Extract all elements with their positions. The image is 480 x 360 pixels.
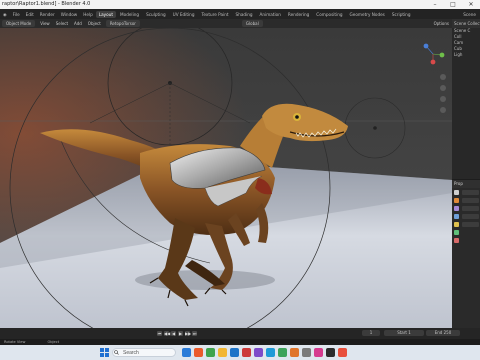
properties-panel: Prop	[452, 180, 480, 330]
start-frame-value: 1	[408, 330, 411, 335]
viewport-header: Object Mode View Select Add Object Retop…	[0, 19, 452, 28]
viewport-scene	[0, 28, 452, 328]
property-field[interactable]	[462, 222, 479, 227]
taskbar-apps	[182, 348, 347, 357]
tab-shading[interactable]: Shading	[233, 11, 256, 18]
menu-render[interactable]: Render	[37, 12, 58, 17]
property-field[interactable]	[462, 214, 479, 219]
taskbar-app-icon[interactable]	[266, 348, 275, 357]
menu-edit[interactable]: Edit	[23, 12, 37, 17]
property-field[interactable]	[462, 198, 479, 203]
scene-selector[interactable]: Scene	[460, 11, 479, 18]
taskbar-app-icon[interactable]	[290, 348, 299, 357]
taskbar-app-icon[interactable]	[218, 348, 227, 357]
close-button[interactable]: ✕	[462, 0, 480, 9]
menu-help[interactable]: Help	[80, 12, 96, 17]
object-tab-icon[interactable]	[453, 222, 459, 227]
jump-end-button[interactable]: ⏭	[192, 331, 197, 336]
taskbar-app-icon[interactable]	[182, 348, 191, 357]
menu-file[interactable]: File	[10, 12, 23, 17]
taskbar-app-icon[interactable]	[278, 348, 287, 357]
tab-geometry-nodes[interactable]: Geometry Nodes	[347, 11, 388, 18]
tab-modeling[interactable]: Modeling	[117, 11, 142, 18]
blender-logo-icon[interactable]: ◉	[0, 12, 10, 17]
options-button[interactable]: Options	[431, 21, 452, 26]
workspace-bar: ◉ File Edit Render Window Help Layout Mo…	[0, 9, 480, 19]
start-frame-field[interactable]: Start 1	[384, 330, 424, 336]
end-label: End	[434, 330, 443, 335]
start-label: Start	[397, 330, 407, 335]
taskbar-app-icon[interactable]	[194, 348, 203, 357]
output-tab-icon[interactable]	[453, 206, 459, 211]
windows-taskbar: Search	[0, 345, 480, 360]
maximize-button[interactable]: □	[444, 0, 462, 9]
end-frame-value: 250	[443, 330, 452, 335]
property-field[interactable]	[462, 206, 479, 211]
tab-rendering[interactable]: Rendering	[285, 11, 312, 18]
tab-uv-editing[interactable]: UV Editing	[170, 11, 198, 18]
taskbar-search-input[interactable]: Search	[112, 348, 176, 357]
current-frame-field[interactable]: 1	[362, 330, 380, 336]
playback-controls: ⏮ ◀◀ ◀ ▶ ▶▶ ⏭	[157, 331, 197, 336]
windows-start-icon[interactable]	[100, 348, 109, 357]
tab-layout[interactable]: Layout	[95, 10, 117, 18]
taskbar-app-icon[interactable]	[230, 348, 239, 357]
material-tab-icon[interactable]	[453, 238, 459, 243]
3d-viewport[interactable]	[0, 28, 452, 328]
minimize-button[interactable]: –	[426, 0, 444, 9]
tab-animation[interactable]: Animation	[257, 11, 284, 18]
menu-view[interactable]: View	[37, 21, 53, 26]
taskbar-app-icon[interactable]	[314, 348, 323, 357]
search-icon	[114, 350, 119, 355]
selected-object-dropdown[interactable]: RetopoTorsor	[105, 20, 140, 27]
tab-sculpting[interactable]: Sculpting	[143, 11, 169, 18]
menu-select[interactable]: Select	[53, 21, 71, 26]
menu-window[interactable]: Window	[58, 12, 81, 17]
render-tab-icon[interactable]	[453, 198, 459, 203]
tab-texture-paint[interactable]: Texture Paint	[199, 11, 232, 18]
tab-scripting[interactable]: Scripting	[389, 11, 414, 18]
jump-start-button[interactable]: ⏮	[157, 331, 162, 336]
tab-compositing[interactable]: Compositing	[313, 11, 345, 18]
window-controls: – □ ✕	[426, 0, 480, 9]
taskbar-app-icon[interactable]	[302, 348, 311, 357]
modifier-tab-icon[interactable]	[453, 230, 459, 235]
menu-object[interactable]: Object	[85, 21, 104, 26]
status-hint: Object	[47, 340, 60, 344]
window-title: raptor\Raptor1.blend] - Blender 4.0	[2, 1, 91, 7]
properties-tabs	[452, 190, 460, 243]
mode-dropdown[interactable]: Object Mode	[2, 20, 36, 27]
window-title-bar: raptor\Raptor1.blend] - Blender 4.0 – □ …	[0, 0, 480, 9]
outliner-item[interactable]: Ligh	[452, 52, 480, 58]
outliner-panel: Scene Collection Scene C Coll Cam Cub Li…	[452, 19, 480, 179]
properties-title: Prop	[452, 180, 480, 188]
taskbar-app-icon[interactable]	[338, 348, 347, 357]
taskbar-app-icon[interactable]	[206, 348, 215, 357]
tool-tab-icon[interactable]	[453, 190, 459, 195]
jump-keyframe-back-button[interactable]: ◀◀	[164, 331, 170, 336]
taskbar-app-icon[interactable]	[254, 348, 263, 357]
properties-fields	[462, 190, 479, 230]
taskbar-app-icon[interactable]	[242, 348, 251, 357]
jump-keyframe-forward-button[interactable]: ▶▶	[185, 331, 191, 336]
transform-orientation-dropdown[interactable]: Global	[241, 20, 263, 27]
scene-tab-icon[interactable]	[453, 214, 459, 219]
taskbar-app-icon[interactable]	[326, 348, 335, 357]
menu-add[interactable]: Add	[71, 21, 85, 26]
search-placeholder: Search	[123, 350, 139, 356]
status-hint: Rotate View	[4, 340, 26, 344]
end-frame-field[interactable]: End 250	[426, 330, 460, 336]
play-reverse-button[interactable]: ◀	[171, 331, 176, 336]
property-field[interactable]	[462, 190, 479, 195]
timeline-bar: ⏮ ◀◀ ◀ ▶ ▶▶ ⏭ 1 Start 1 End 250	[0, 328, 480, 339]
play-button[interactable]: ▶	[178, 331, 183, 336]
outliner-title: Scene Collection	[452, 19, 480, 28]
